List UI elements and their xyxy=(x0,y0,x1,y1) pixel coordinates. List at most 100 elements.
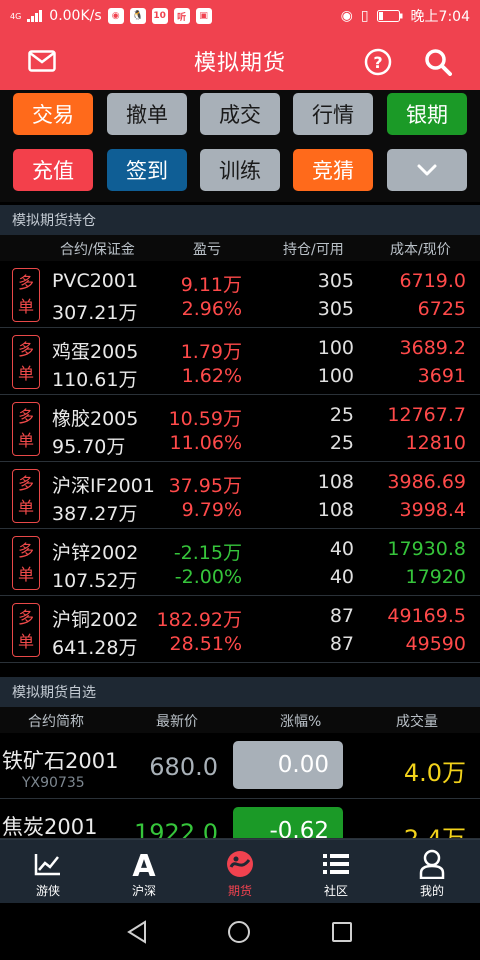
network-speed: 0.00K/s xyxy=(49,8,102,24)
search-icon[interactable] xyxy=(424,48,452,76)
profit-loss: 182.92万 xyxy=(156,609,242,631)
holding-row[interactable]: 多单鸡蛋2005 110.61万 1.79万 1.62% 100 100 3689.2 369… xyxy=(0,329,480,395)
person-icon xyxy=(419,849,445,879)
col-contract-margin: 合约/保证金 xyxy=(60,242,135,258)
guess-button[interactable]: 竞猜 xyxy=(293,149,373,191)
col-volume: 成交量 xyxy=(396,714,438,730)
available-qty: 100 xyxy=(317,365,354,387)
home-icon[interactable] xyxy=(227,920,251,944)
latest-price: 680.0 xyxy=(149,753,218,781)
contract-code: YX90735 xyxy=(22,775,85,791)
nav-item-hushen[interactable]: A 沪深 xyxy=(96,840,192,904)
margin-value: 387.27万 xyxy=(52,503,138,525)
app-header: 模拟期货 ? xyxy=(0,32,480,90)
contract-name: 沪深IF2001 xyxy=(52,475,155,497)
nav-label-community: 社区 xyxy=(323,884,348,898)
profit-loss-pct: 28.51% xyxy=(169,633,242,655)
training-button[interactable]: 训练 xyxy=(200,149,280,191)
position-qty: 87 xyxy=(329,605,354,627)
holding-row[interactable]: 多单橡胶2005 95.70万 10.59万 11.06% 25 25 12767.7 128… xyxy=(0,396,480,462)
available-qty: 25 xyxy=(329,432,354,454)
bank-futures-button[interactable]: 银期 xyxy=(387,93,467,135)
help-icon[interactable]: ? xyxy=(364,48,392,76)
back-icon[interactable] xyxy=(126,920,148,944)
cost-price: 3986.69 xyxy=(387,471,466,493)
available-qty: 108 xyxy=(317,499,354,521)
change-pct-badge[interactable]: -0.62 xyxy=(233,807,343,838)
available-qty: 87 xyxy=(329,633,354,655)
contract-name: 沪铜2002 xyxy=(52,609,139,631)
position-qty: 25 xyxy=(329,404,354,426)
holding-row[interactable]: 多单沪锌2002 107.52万 -2.15万 -2.00% 40 40 17930.8 17… xyxy=(0,530,480,596)
profit-loss: 10.59万 xyxy=(168,408,242,430)
direction-char: 单 xyxy=(17,431,34,450)
available-qty: 305 xyxy=(317,298,354,320)
nav-label-youxia: 游侠 xyxy=(35,884,60,898)
position-qty: 305 xyxy=(317,270,354,292)
futures-globe-icon xyxy=(227,851,253,877)
current-price: 17920 xyxy=(405,566,466,588)
col-change-pct: 涨幅% xyxy=(280,714,322,730)
trade-button[interactable]: 交易 xyxy=(13,93,93,135)
direction-char: 单 xyxy=(17,498,34,517)
status-bar: 4G 0.00K/s ◉ 🐧 10 听 ▣ ◉ ▯ 晚上7:04 xyxy=(0,0,480,32)
direction-char: 多 xyxy=(17,541,34,560)
action-button-grid: 交易 撤单 成交 行情 银期 充值 签到 训练 竞猜 xyxy=(0,90,480,202)
recharge-button[interactable]: 充值 xyxy=(13,149,93,191)
calendar-icon: 10 xyxy=(151,8,168,24)
contract-name: 焦炭2001 xyxy=(2,815,98,839)
nav-item-youxia[interactable]: 游侠 xyxy=(0,840,96,904)
market-button[interactable]: 行情 xyxy=(293,93,373,135)
recents-icon[interactable] xyxy=(331,921,353,943)
contract-name: 铁矿石2001 xyxy=(2,749,119,773)
direction-badge: 多单 xyxy=(12,402,40,456)
holding-row[interactable]: 多单 PVC2001 307.21万 9.11万 2.96% 305 305 6719.0 67… xyxy=(0,262,480,328)
latest-price: 1922.0 xyxy=(134,819,218,839)
margin-value: 110.61万 xyxy=(52,369,138,391)
volume: 2.4万 xyxy=(403,825,466,839)
watchlist-row[interactable]: 铁矿石2001 YX90735 680.0 0.00 4.0万 xyxy=(0,733,480,799)
direction-badge: 多单 xyxy=(12,335,40,389)
deals-button[interactable]: 成交 xyxy=(200,93,280,135)
battery-icon xyxy=(376,10,403,22)
direction-char: 单 xyxy=(17,297,34,316)
direction-char: 单 xyxy=(17,364,34,383)
direction-char: 多 xyxy=(17,474,34,493)
current-price: 3998.4 xyxy=(399,499,466,521)
contract-name: 橡胶2005 xyxy=(52,408,139,430)
holding-row[interactable]: 多单沪深IF2001 387.27万 37.95万 9.79% 108 108 3986.6… xyxy=(0,463,480,529)
mail-icon[interactable] xyxy=(28,50,56,72)
holdings-section-title: 模拟期货持仓 xyxy=(0,205,480,235)
cost-price: 6719.0 xyxy=(399,270,466,292)
nav-item-futures[interactable]: 期货 xyxy=(192,840,288,904)
available-qty: 40 xyxy=(329,566,354,588)
cancel-order-button[interactable]: 撤单 xyxy=(107,93,187,135)
col-profit-loss: 盈亏 xyxy=(193,242,221,258)
nav-item-community[interactable]: 社区 xyxy=(288,840,384,904)
profit-loss-pct: -2.00% xyxy=(174,566,242,588)
check-in-button[interactable]: 签到 xyxy=(107,149,187,191)
current-price: 3691 xyxy=(417,365,466,387)
clock: 晚上7:04 xyxy=(410,9,470,25)
cost-price: 49169.5 xyxy=(387,605,466,627)
nav-item-mine[interactable]: 我的 xyxy=(384,840,480,904)
change-pct-badge[interactable]: 0.00 xyxy=(233,741,343,789)
holding-row[interactable]: 多单沪铜2002 641.28万 182.92万 28.51% 87 87 49169.5 4… xyxy=(0,597,480,663)
profit-loss: 37.95万 xyxy=(168,475,242,497)
watchlist-row[interactable]: 焦炭2001 1922.0 -0.62 2.4万 xyxy=(0,799,480,839)
expand-more-button[interactable] xyxy=(387,149,467,191)
chart-trend-icon xyxy=(34,854,60,876)
cost-price: 17930.8 xyxy=(387,538,466,560)
margin-value: 641.28万 xyxy=(52,637,138,659)
direction-char: 多 xyxy=(17,608,34,627)
svg-text:?: ? xyxy=(373,53,382,72)
letter-a-icon: A xyxy=(132,849,156,879)
page-title: 模拟期货 xyxy=(193,51,286,76)
system-nav-bar xyxy=(0,903,480,960)
nav-label-mine: 我的 xyxy=(419,884,444,898)
direction-char: 多 xyxy=(17,273,34,292)
current-price: 12810 xyxy=(405,432,466,454)
col-contract-name: 合约简称 xyxy=(28,714,84,730)
profit-loss-pct: 11.06% xyxy=(169,432,242,454)
current-price: 6725 xyxy=(417,298,466,320)
